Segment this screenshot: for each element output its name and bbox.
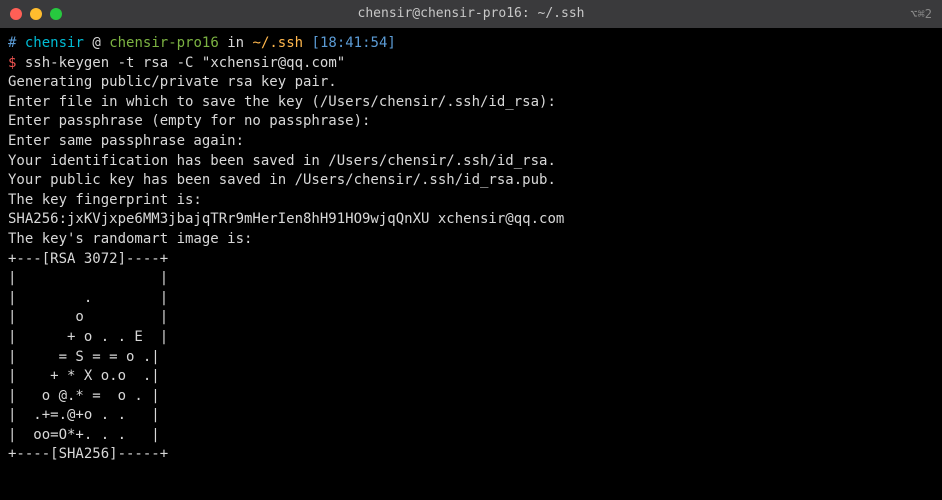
prompt-user: chensir [25,35,84,51]
window-title: chensir@chensir-pro16: ~/.ssh [358,5,585,23]
randomart-line: | + o . . E | [8,328,934,348]
terminal-content[interactable]: # chensir @ chensir-pro16 in ~/.ssh [18:… [0,28,942,500]
randomart-line: | = S = = o .| [8,348,934,368]
randomart-line: +---[RSA 3072]----+ [8,250,934,270]
output-line: The key's randomart image is: [8,230,934,250]
minimize-button[interactable] [30,8,42,20]
command-text: ssh-keygen -t rsa -C [25,55,202,71]
output-line: Your identification has been saved in /U… [8,152,934,172]
prompt-time: [18:41:54] [312,35,396,51]
randomart-line: +----[SHA256]-----+ [8,445,934,465]
output-line: Enter file in which to save the key (/Us… [8,93,934,113]
randomart-line: | oo=O*+. . . | [8,426,934,446]
traffic-lights [10,8,62,20]
randomart-line: | o | [8,308,934,328]
prompt-line-1: # chensir @ chensir-pro16 in ~/.ssh [18:… [8,34,934,54]
window-titlebar: chensir@chensir-pro16: ~/.ssh ⌥⌘2 [0,0,942,28]
prompt-path: ~/.ssh [253,35,304,51]
prompt-in: in [227,35,244,51]
output-line: Your public key has been saved in /Users… [8,171,934,191]
prompt-dollar: $ [8,55,16,71]
command-arg: "xchensir@qq.com" [202,55,345,71]
prompt-at: @ [92,35,100,51]
output-line: The key fingerprint is: [8,191,934,211]
output-line: Generating public/private rsa key pair. [8,73,934,93]
randomart-line: | . | [8,289,934,309]
prompt-hash: # [8,35,16,51]
randomart-line: | | [8,269,934,289]
randomart-line: | .+=.@+o . . | [8,406,934,426]
output-line: Enter same passphrase again: [8,132,934,152]
prompt-host: chensir-pro16 [109,35,219,51]
randomart-line: | o @.* = o . | [8,387,934,407]
maximize-button[interactable] [50,8,62,20]
output-line: SHA256:jxKVjxpe6MM3jbajqTRr9mHerIen8hH91… [8,210,934,230]
close-button[interactable] [10,8,22,20]
output-line: Enter passphrase (empty for no passphras… [8,112,934,132]
randomart-line: | + * X o.o .| [8,367,934,387]
keyboard-shortcut: ⌥⌘2 [910,6,932,23]
command-line: $ ssh-keygen -t rsa -C "xchensir@qq.com" [8,54,934,74]
